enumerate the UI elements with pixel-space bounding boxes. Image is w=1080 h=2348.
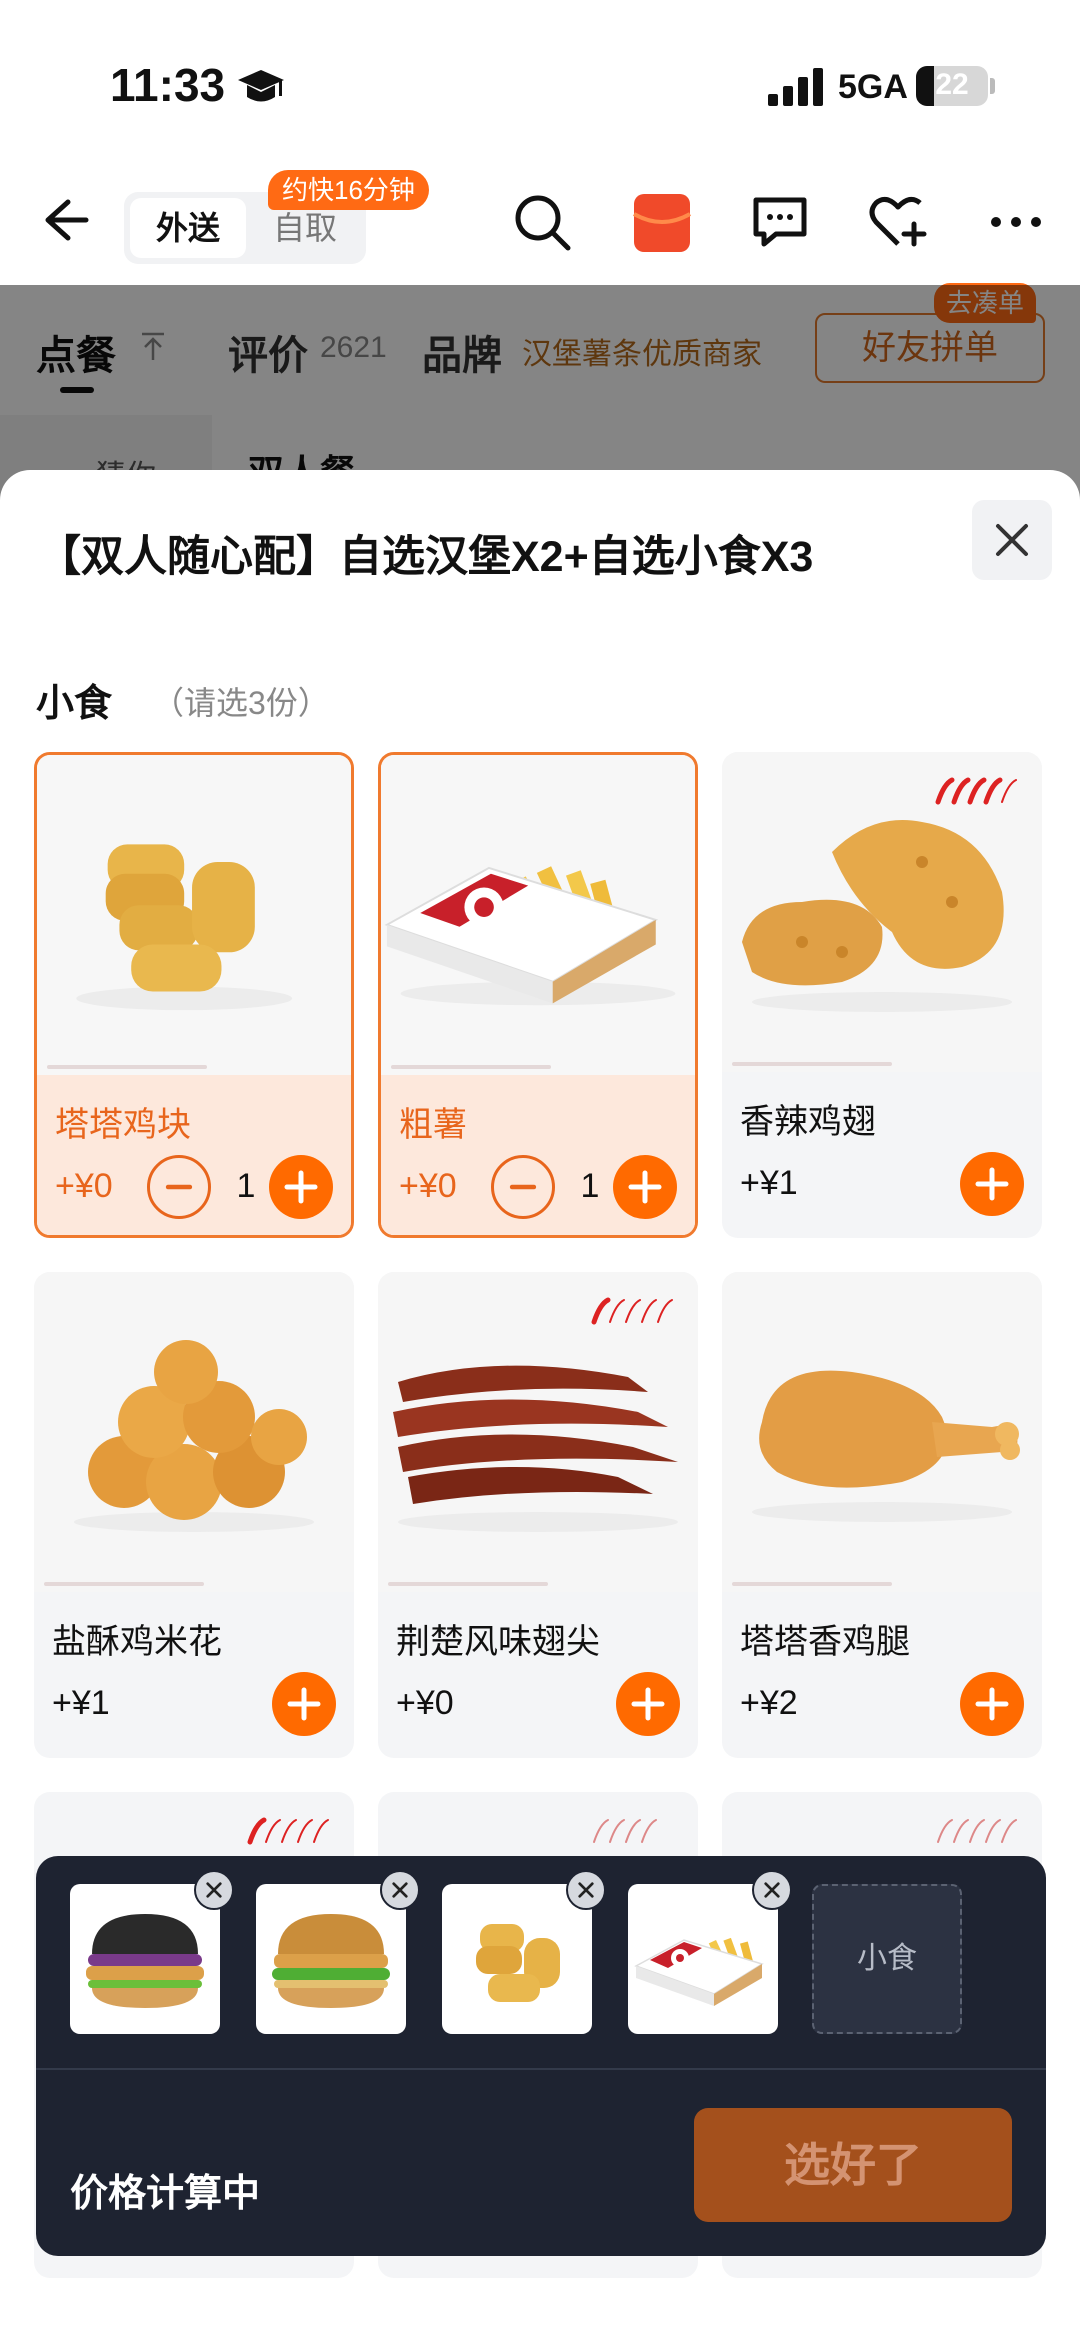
section-label: 小食 <box>36 683 113 725</box>
decrease-button[interactable] <box>147 1155 211 1219</box>
confirm-button[interactable]: 选好了 <box>694 2108 1012 2222</box>
close-icon[interactable] <box>972 500 1052 580</box>
add-button[interactable] <box>616 1672 680 1736</box>
more-icon[interactable] <box>984 190 1048 254</box>
status-bar: 11:33 5GA 22 <box>0 0 1080 150</box>
burger-image <box>86 1914 204 2008</box>
divider <box>36 2068 1046 2070</box>
item-name: 盐酥鸡米花 <box>52 1623 222 1661</box>
item-card[interactable]: 荆楚风味翅尖 +¥0 <box>378 1272 698 1758</box>
delivery-tab[interactable]: 外送 <box>130 198 246 258</box>
remove-icon[interactable] <box>752 1870 792 1910</box>
fries-image <box>384 866 676 1006</box>
popcorn-chicken-image <box>74 1340 314 1532</box>
item-image <box>722 1272 1042 1592</box>
message-icon[interactable] <box>748 190 812 254</box>
chili-rating-icon <box>937 1819 1017 1843</box>
item-info: 盐酥鸡米花 +¥1 <box>34 1592 354 1758</box>
item-price: +¥0 <box>55 1167 113 1205</box>
item-name: 荆楚风味翅尖 <box>396 1623 600 1661</box>
price-status: 价格计算中 <box>70 2173 261 2215</box>
chili-rating-icon <box>935 777 1017 805</box>
selected-item-thumb[interactable] <box>256 1870 420 2034</box>
image-fine-print <box>391 1065 551 1069</box>
item-card[interactable]: 盐酥鸡米花 +¥1 <box>34 1272 354 1758</box>
item-price: +¥2 <box>740 1684 798 1722</box>
selected-item-thumb[interactable] <box>442 1870 606 2034</box>
item-price: +¥0 <box>399 1167 457 1205</box>
item-price: +¥0 <box>396 1684 454 1722</box>
status-time: 11:33 <box>110 59 226 111</box>
eta-badge: 约快16分钟 <box>268 170 429 210</box>
item-image <box>378 1272 698 1592</box>
battery-level: 22 <box>935 68 969 101</box>
selection-bar: 小食 价格计算中 选好了 <box>36 1856 1046 2256</box>
network-label: 5GA <box>838 68 908 106</box>
item-card[interactable]: 粗薯 +¥0 1 <box>378 752 698 1238</box>
item-info: 粗薯 +¥0 1 <box>381 1075 695 1235</box>
burger-image <box>272 1914 390 2008</box>
item-quantity: 1 <box>236 1167 256 1205</box>
remove-icon[interactable] <box>566 1870 606 1910</box>
add-button[interactable] <box>613 1155 677 1219</box>
nuggets-image <box>476 1924 560 2002</box>
item-price: +¥1 <box>740 1164 798 1202</box>
add-button[interactable] <box>269 1155 333 1219</box>
chili-rating-icon <box>591 1297 673 1325</box>
item-image <box>722 752 1042 1072</box>
item-name: 塔塔香鸡腿 <box>740 1623 910 1661</box>
item-quantity: 1 <box>580 1167 600 1205</box>
battery-icon: 22 <box>916 66 988 106</box>
item-card[interactable]: 香辣鸡翅 +¥1 <box>722 752 1042 1238</box>
empty-slot[interactable]: 小食 <box>812 1884 962 2034</box>
item-name: 香辣鸡翅 <box>740 1103 876 1141</box>
graduation-cap-icon <box>238 70 284 102</box>
image-fine-print <box>47 1065 207 1069</box>
selected-item-thumb[interactable] <box>628 1870 792 2034</box>
item-card[interactable]: 塔塔香鸡腿 +¥2 <box>722 1272 1042 1758</box>
add-button[interactable] <box>960 1152 1024 1216</box>
nuggets-image <box>76 844 293 1011</box>
signal-icon <box>768 68 824 106</box>
fries-image <box>634 1937 764 2006</box>
decrease-button[interactable] <box>491 1155 555 1219</box>
drumstick-image <box>752 1370 1020 1522</box>
favorite-add-icon[interactable] <box>866 190 930 254</box>
item-image <box>37 755 351 1075</box>
item-info: 香辣鸡翅 +¥1 <box>722 1072 1042 1238</box>
item-info: 塔塔香鸡腿 +¥2 <box>722 1592 1042 1758</box>
item-image <box>381 755 695 1075</box>
image-fine-print <box>732 1582 892 1586</box>
section-hint: （请选3份） <box>152 685 330 721</box>
sheet-title: 【双人随心配】自选汉堡X2+自选小食X3 <box>38 533 814 581</box>
image-fine-print <box>732 1062 892 1066</box>
add-button[interactable] <box>272 1672 336 1736</box>
top-navbar: 外送 自取 约快16分钟 <box>0 150 1080 285</box>
add-button[interactable] <box>960 1672 1024 1736</box>
back-arrow-icon[interactable] <box>34 190 94 250</box>
image-fine-print <box>388 1582 548 1586</box>
item-name: 塔塔鸡块 <box>55 1106 191 1144</box>
item-info: 塔塔鸡块 +¥0 1 <box>37 1075 351 1235</box>
remove-icon[interactable] <box>194 1870 234 1910</box>
red-packet-icon[interactable] <box>630 190 694 254</box>
search-icon[interactable] <box>510 190 574 254</box>
item-image <box>34 1272 354 1592</box>
image-fine-print <box>44 1582 204 1586</box>
item-card[interactable]: 塔塔鸡块 +¥0 1 <box>34 752 354 1238</box>
chili-rating-icon <box>247 1817 329 1845</box>
selected-item-thumb[interactable] <box>70 1870 234 2034</box>
battery-tip <box>990 78 995 94</box>
remove-icon[interactable] <box>380 1870 420 1910</box>
item-info: 荆楚风味翅尖 +¥0 <box>378 1592 698 1758</box>
item-name: 粗薯 <box>399 1106 467 1144</box>
item-price: +¥1 <box>52 1684 110 1722</box>
chili-rating-icon <box>593 1819 657 1843</box>
